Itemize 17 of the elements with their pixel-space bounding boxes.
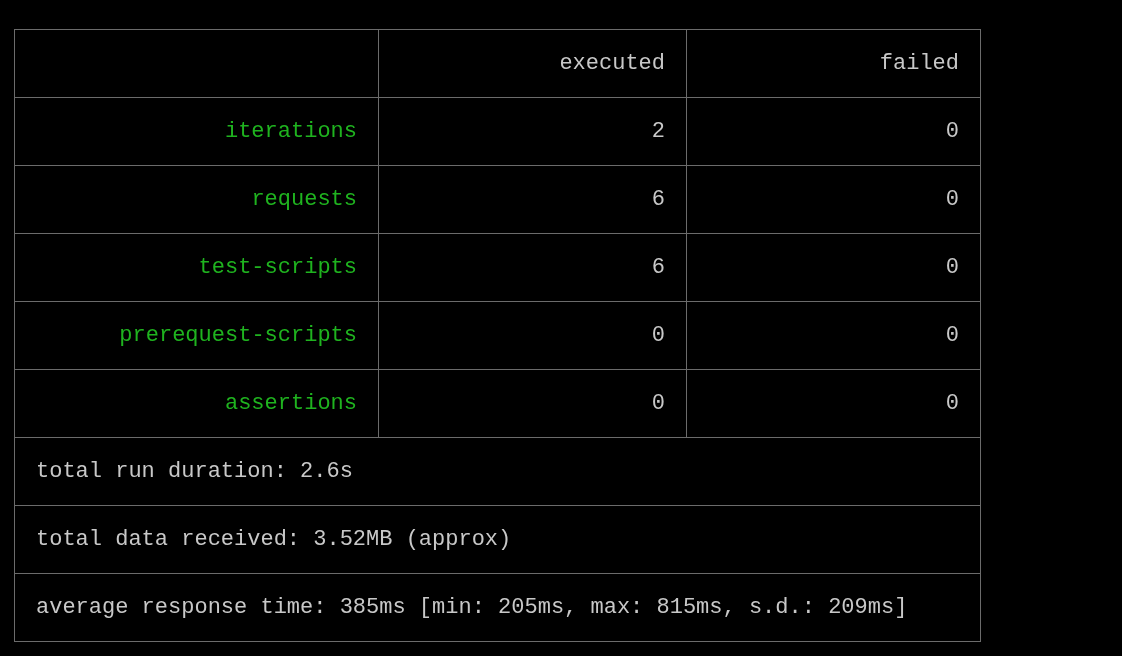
row-label: test-scripts [14,233,379,302]
column-header: failed [686,29,981,98]
table-cell: 6 [378,165,687,234]
table-cell: 0 [686,369,981,438]
table-cell: 2 [378,97,687,166]
table-cell: 6 [378,233,687,302]
table-cell: 0 [378,301,687,370]
table-cell: 0 [686,97,981,166]
row-label: requests [14,165,379,234]
row-label: prerequest-scripts [14,301,379,370]
table-cell: 0 [686,165,981,234]
column-header: executed [378,29,687,98]
row-label: assertions [14,369,379,438]
row-label: iterations [14,97,379,166]
table-cell: 0 [378,369,687,438]
table-cell: 0 [686,301,981,370]
table-cell: 0 [686,233,981,302]
